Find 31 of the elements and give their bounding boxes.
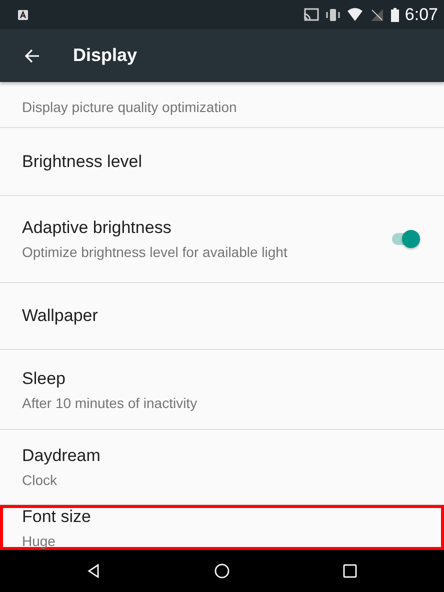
- back-nav-icon[interactable]: [86, 563, 102, 579]
- vibrate-icon: [324, 8, 341, 22]
- recents-nav-icon[interactable]: [342, 563, 358, 579]
- setting-summary: Huge: [22, 532, 56, 548]
- settings-item[interactable]: Sleep After 10 minutes of inactivity: [0, 350, 444, 430]
- setting-summary: Display picture quality optimization: [22, 99, 238, 115]
- setting-title: Brightness level: [22, 152, 144, 172]
- settings-item[interactable]: Font size Huge: [0, 505, 444, 550]
- setting-summary: Optimize brightness level for available light: [22, 244, 288, 260]
- battery-icon: [390, 8, 399, 22]
- notification-icon: [18, 10, 28, 20]
- back-arrow-icon[interactable]: [24, 48, 40, 64]
- home-nav-icon[interactable]: [214, 563, 230, 579]
- screen-title: Display: [73, 45, 138, 66]
- settings-item[interactable]: Brightness level: [0, 128, 444, 196]
- setting-title: Wallpaper: [22, 306, 99, 326]
- wifi-icon: [346, 8, 363, 22]
- settings-item[interactable]: Daydream Clock: [0, 430, 444, 505]
- setting-title: Sleep: [22, 368, 66, 388]
- no-sim-icon: [368, 8, 385, 22]
- setting-title: Daydream: [22, 446, 102, 466]
- setting-summary: After 10 minutes of inactivity: [22, 394, 198, 410]
- setting-summary: Clock: [22, 472, 58, 488]
- clock-time: 6:07: [404, 4, 438, 24]
- toggle-switch[interactable]: [392, 229, 420, 249]
- settings-item[interactable]: Wallpaper: [0, 283, 444, 350]
- cast-icon: [302, 8, 319, 22]
- setting-title: Font size: [22, 506, 92, 526]
- settings-item[interactable]: Display picture quality optimization: [0, 82, 444, 128]
- setting-title: Adaptive brightness: [22, 218, 172, 238]
- settings-item[interactable]: Adaptive brightness Optimize brightness level for available light: [0, 196, 444, 283]
